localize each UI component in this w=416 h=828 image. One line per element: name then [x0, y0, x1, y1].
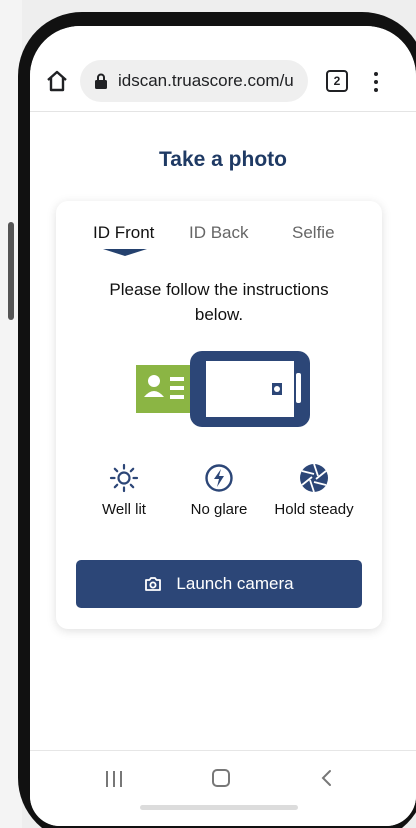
back-icon[interactable]: [318, 769, 336, 787]
sun-icon: [109, 463, 139, 493]
instructions-text: Please follow the instructions below.: [109, 280, 329, 324]
phone-screen: idscan.truascore.com/u: 2 Take a photo I…: [30, 26, 416, 826]
page-title: Take a photo: [159, 148, 287, 171]
more-vert-icon[interactable]: [370, 70, 382, 94]
recent-apps-icon[interactable]: [106, 771, 122, 787]
active-tab-indicator: [103, 249, 147, 256]
tip-well-lit: Well lit: [74, 463, 174, 518]
home-icon[interactable]: [212, 769, 230, 787]
camera-icon: [145, 577, 162, 591]
tip-label: Hold steady: [274, 501, 354, 518]
launch-camera-button[interactable]: Launch camera: [76, 560, 362, 608]
tab-selfie[interactable]: Selfie: [292, 223, 335, 243]
tip-label: No glare: [190, 501, 248, 518]
tip-hold-steady: Hold steady: [264, 463, 364, 518]
android-nav-bar: [30, 750, 416, 826]
launch-camera-label[interactable]: Launch camera: [176, 574, 293, 594]
tip-label: Well lit: [102, 501, 146, 518]
gesture-handle: [140, 805, 298, 810]
address-bar[interactable]: idscan.truascore.com/u:: [80, 60, 308, 102]
id-card-phone-illustration: [136, 351, 310, 427]
url-text[interactable]: idscan.truascore.com/u:: [118, 71, 294, 91]
aperture-icon: [300, 463, 328, 493]
tab-id-back[interactable]: ID Back: [189, 223, 249, 243]
tab-switcher-button[interactable]: 2: [326, 70, 348, 92]
tab-id-front[interactable]: ID Front: [93, 223, 154, 243]
lock-icon: [95, 73, 107, 89]
browser-toolbar: idscan.truascore.com/u: 2: [30, 26, 416, 112]
tip-no-glare: No glare: [169, 463, 269, 518]
flash-off-icon: [205, 464, 233, 492]
capture-card: ID Front ID Back Selfie Please follow th…: [56, 201, 382, 629]
phone-side-button: [8, 222, 14, 320]
home-icon[interactable]: [44, 68, 70, 94]
